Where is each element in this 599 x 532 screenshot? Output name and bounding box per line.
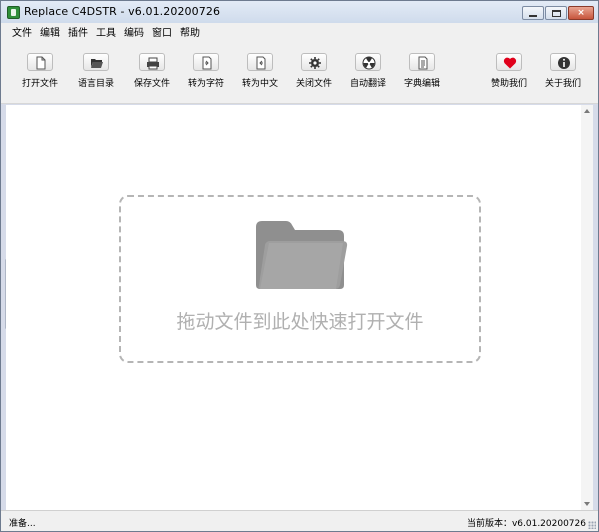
- menu-bar: 文件 编辑 插件 工具 编码 窗口 帮助: [1, 23, 598, 39]
- open-file-button[interactable]: 打开文件: [12, 53, 68, 89]
- drop-zone[interactable]: 拖动文件到此处快速打开文件: [119, 195, 481, 363]
- title-bar[interactable]: Replace C4DSTR - v6.01.20200726 ×: [1, 1, 598, 23]
- maximize-button[interactable]: [545, 6, 567, 20]
- app-icon: [7, 6, 20, 19]
- open-file-label: 打开文件: [21, 79, 58, 89]
- text-doc-icon: [418, 56, 428, 70]
- scroll-down-icon[interactable]: [584, 502, 590, 506]
- close-file-label: 关闭文件: [295, 79, 332, 89]
- menu-encoding[interactable]: 编码: [121, 23, 147, 39]
- status-message: 准备...: [9, 519, 36, 529]
- radiation-icon: [362, 56, 376, 70]
- language-dir-button[interactable]: 语言目录: [68, 53, 124, 89]
- version-label: 当前版本：v6.01.20200726: [466, 519, 586, 529]
- menu-file[interactable]: 文件: [9, 23, 35, 39]
- about-label: 关于我们: [544, 79, 581, 89]
- drop-zone-text: 拖动文件到此处快速打开文件: [176, 311, 424, 333]
- save-file-button[interactable]: 保存文件: [124, 53, 180, 89]
- minimize-button[interactable]: [522, 6, 544, 20]
- info-icon: [558, 57, 570, 69]
- resize-grip-icon[interactable]: [588, 521, 596, 529]
- menu-tools[interactable]: 工具: [93, 23, 119, 39]
- dict-edit-button[interactable]: 字典编辑: [394, 53, 450, 89]
- to-chinese-button[interactable]: 转为中文: [232, 53, 288, 89]
- language-dir-label: 语言目录: [77, 79, 114, 89]
- convert-doc-icon: [202, 56, 212, 70]
- maximize-icon: [546, 7, 566, 19]
- save-file-label: 保存文件: [133, 79, 170, 89]
- toolbar: 打开文件 语言目录 保存文件 转为字符 转为中文 关闭文件 自动翻译 字典编辑 …: [1, 38, 598, 104]
- folder-icon: [256, 221, 348, 289]
- minimize-icon: [523, 7, 543, 19]
- blank-page-icon: [36, 56, 46, 70]
- auto-translate-label: 自动翻译: [349, 79, 386, 89]
- menu-edit[interactable]: 编辑: [37, 23, 63, 39]
- app-window: Replace C4DSTR - v6.01.20200726 × 文件 编辑 …: [0, 0, 599, 532]
- scroll-up-icon[interactable]: [584, 109, 590, 113]
- dict-edit-label: 字典编辑: [403, 79, 440, 89]
- convert-doc-icon: [256, 56, 266, 70]
- to-char-label: 转为字符: [187, 79, 224, 89]
- auto-translate-button[interactable]: 自动翻译: [340, 53, 396, 89]
- close-button[interactable]: ×: [568, 6, 594, 20]
- menu-help[interactable]: 帮助: [177, 23, 203, 39]
- about-button[interactable]: 关于我们: [535, 53, 591, 89]
- sponsor-label: 赞助我们: [490, 79, 527, 89]
- printer-save-icon: [147, 57, 159, 70]
- heart-icon: [503, 57, 517, 69]
- close-file-button[interactable]: 关闭文件: [286, 53, 342, 89]
- menu-plugins[interactable]: 插件: [65, 23, 91, 39]
- editor-area[interactable]: 拖动文件到此处快速打开文件: [6, 105, 581, 510]
- menu-window[interactable]: 窗口: [149, 23, 175, 39]
- to-chinese-label: 转为中文: [241, 79, 278, 89]
- gear-icon: [309, 57, 321, 69]
- to-char-button[interactable]: 转为字符: [178, 53, 234, 89]
- sponsor-button[interactable]: 赞助我们: [481, 53, 537, 89]
- window-title: Replace C4DSTR - v6.01.20200726: [24, 5, 221, 18]
- vertical-scrollbar[interactable]: [581, 105, 593, 510]
- status-bar: 准备... 当前版本：v6.01.20200726: [1, 510, 598, 531]
- close-icon: ×: [577, 8, 585, 18]
- folder-open-icon: [91, 59, 103, 68]
